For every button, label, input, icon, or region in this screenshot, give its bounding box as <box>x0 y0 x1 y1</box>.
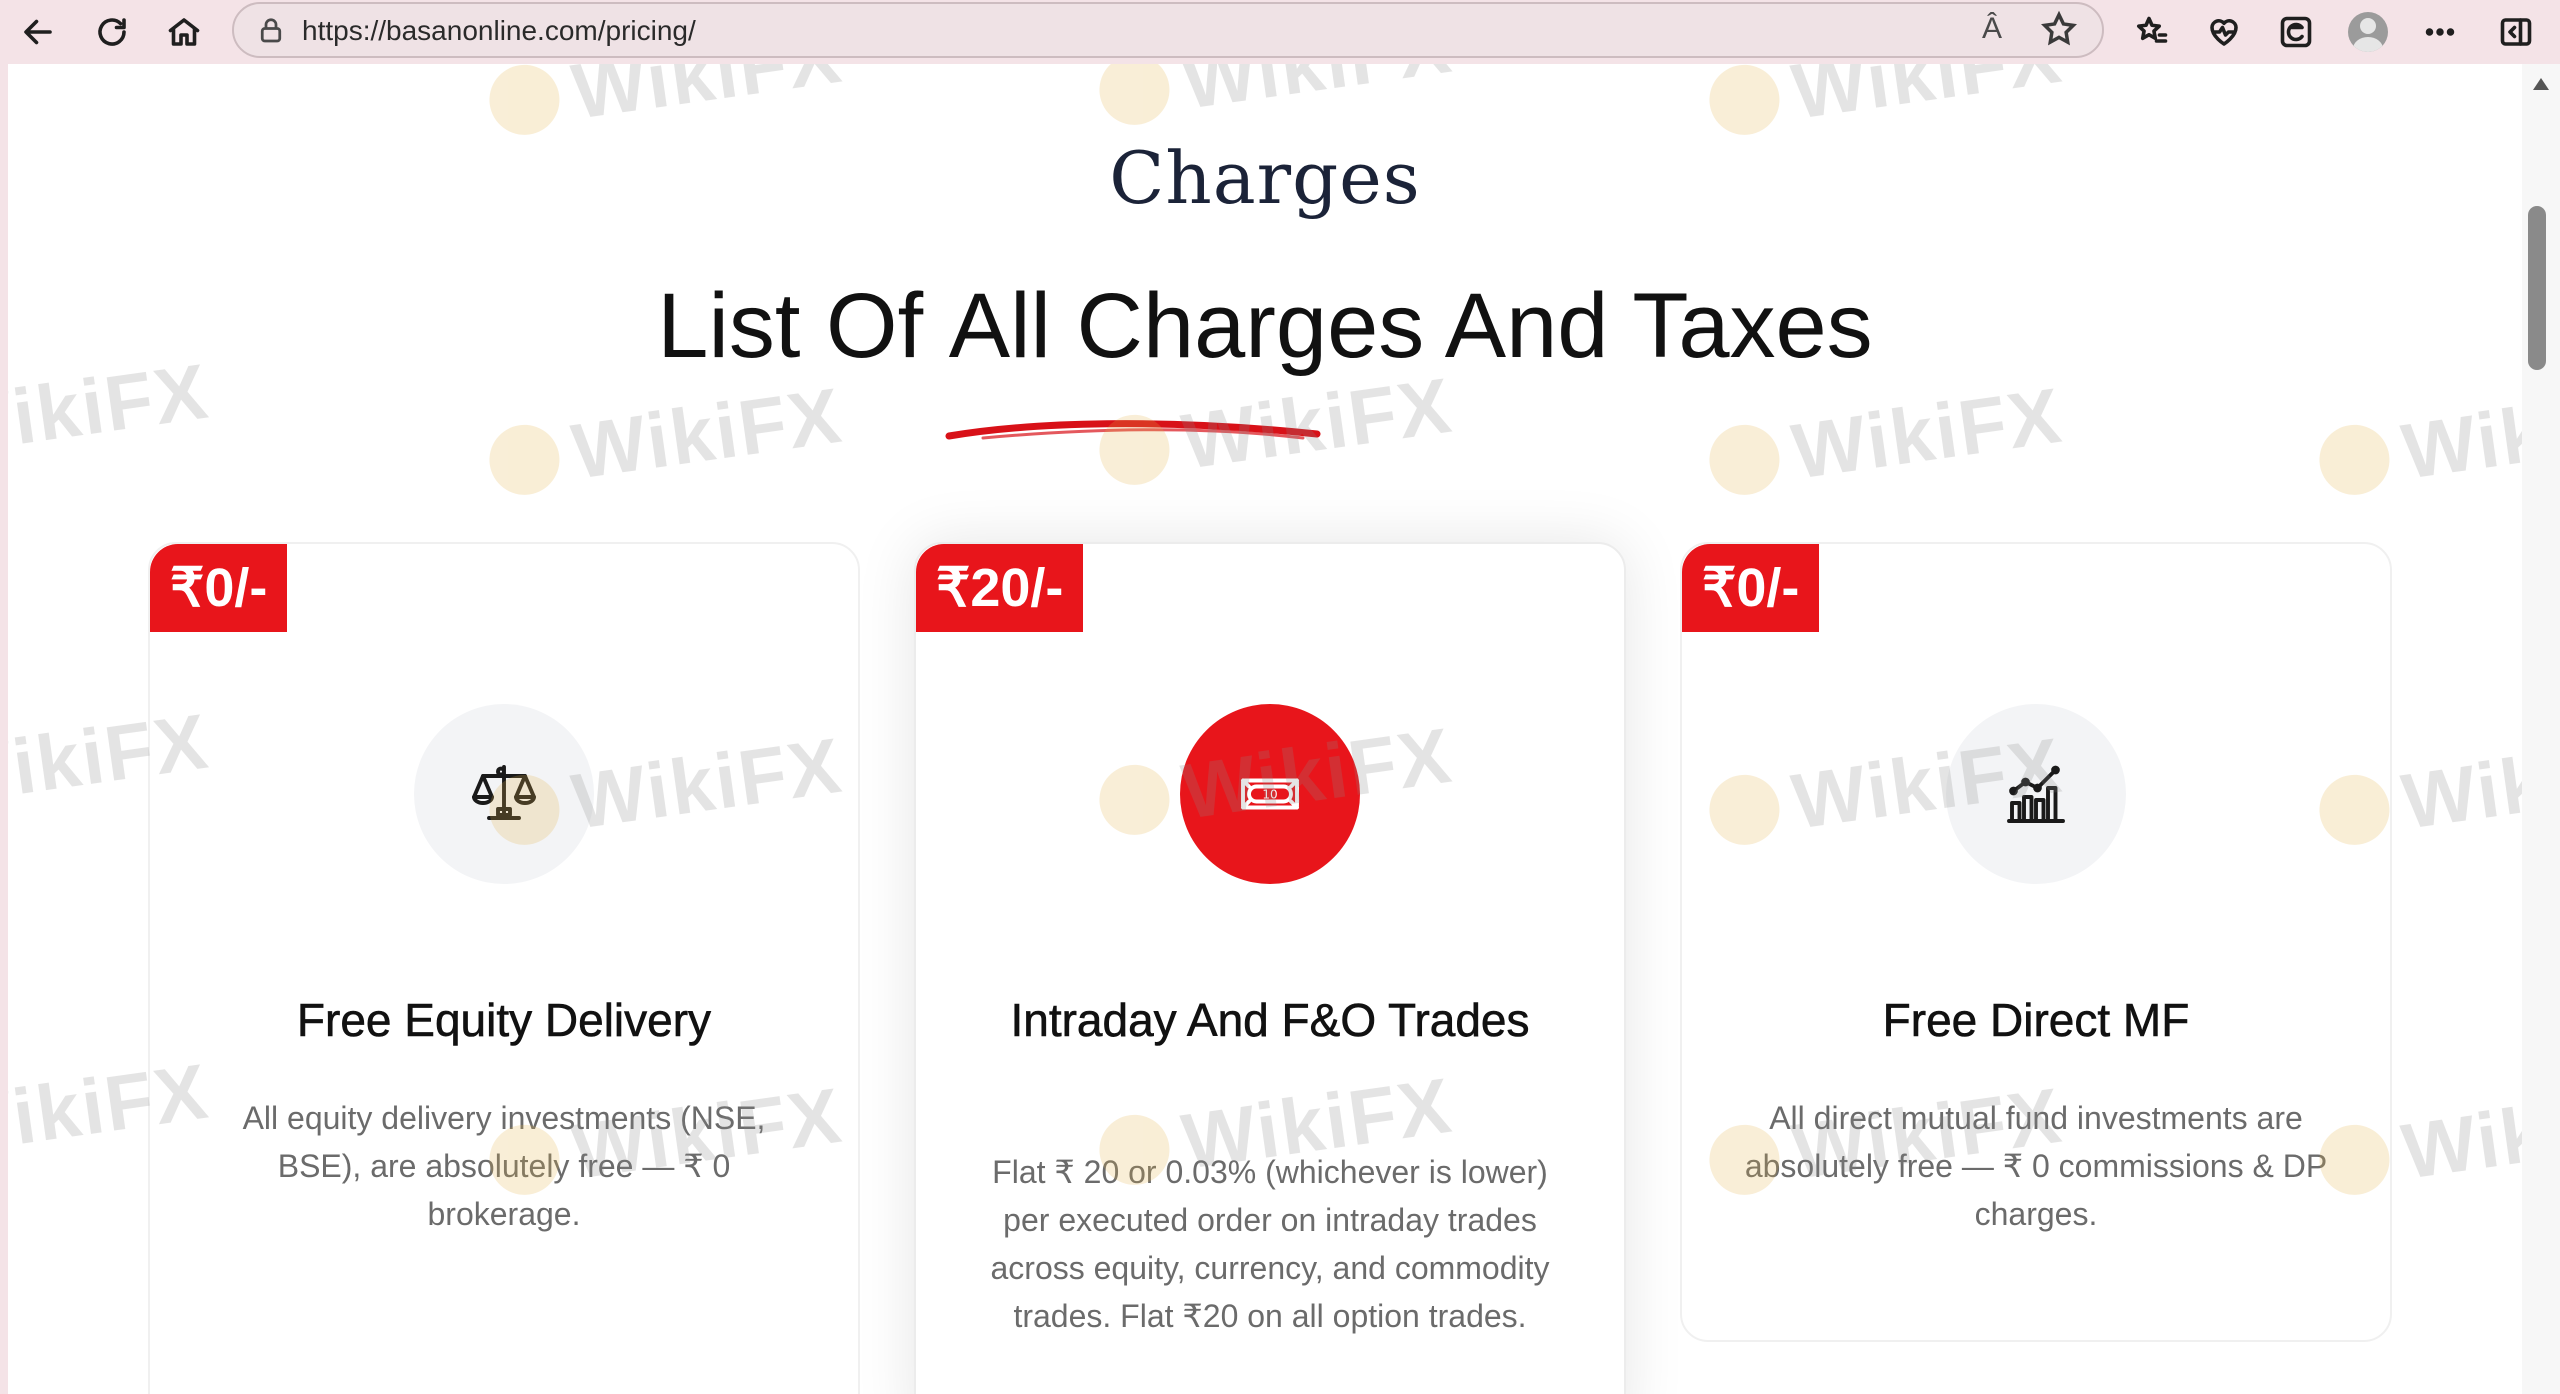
home-icon <box>168 18 200 46</box>
card-description: Flat ₹ 20 or 0.03% (whichever is lower) … <box>990 1154 1550 1334</box>
headline-suffix: And Taxes <box>1424 275 1873 377</box>
heartbeat-icon <box>2210 19 2238 46</box>
profile-button[interactable] <box>2340 4 2396 60</box>
pricing-card-intraday-fno: ₹20/- 10 Intraday And F&O Trades Flat ₹ … <box>914 542 1626 1394</box>
svg-text:10: 10 <box>1262 788 1277 802</box>
banknote-icon: 10 <box>1241 778 1299 810</box>
pricing-card-equity-delivery: ₹0/- Free Equity Delivery All equity del… <box>148 542 860 1394</box>
browser-toolbar: https://basanonline.com/pricing/ Â <box>0 0 2560 64</box>
refresh-icon <box>98 18 126 46</box>
read-aloud-icon[interactable]: Â <box>1982 12 2002 46</box>
watermark-logo-icon <box>484 419 564 499</box>
watermark-logo-icon <box>484 64 564 139</box>
watermark-logo-icon <box>1704 64 1784 139</box>
card-description: All equity delivery investments (NSE, BS… <box>242 1100 766 1232</box>
section-kicker: Charges <box>1109 136 1421 220</box>
avatar <box>2348 12 2388 52</box>
growth-chart-icon <box>2007 765 2065 823</box>
page-title: List Of All Charges And Taxes <box>8 274 2522 440</box>
url-text[interactable]: https://basanonline.com/pricing/ <box>302 15 696 47</box>
favorite-star-icon[interactable] <box>2040 10 2080 50</box>
vertical-scrollbar[interactable] <box>2522 64 2560 1394</box>
watermark: WikiFX <box>483 370 848 510</box>
back-button[interactable] <box>10 4 66 60</box>
address-bar[interactable]: https://basanonline.com/pricing/ Â <box>232 2 2104 58</box>
sidebar-toggle-button[interactable] <box>2488 4 2544 60</box>
home-button[interactable] <box>156 4 212 60</box>
price-tag: ₹20/- <box>916 544 1084 632</box>
icon-badge <box>414 704 594 884</box>
watermark: WikiFX <box>1093 64 1458 139</box>
more-menu-button[interactable] <box>2412 4 2468 60</box>
price-tag: ₹0/- <box>1682 544 1820 632</box>
brush-underline <box>943 365 1323 440</box>
watermark: WikiFX <box>2313 370 2522 510</box>
lock-icon[interactable] <box>256 16 286 46</box>
card-title: Intraday And F&O Trades <box>1010 994 1530 1047</box>
scrollbar-thumb[interactable] <box>2528 206 2546 370</box>
price-tag: ₹0/- <box>150 544 288 632</box>
scroll-up-arrow-icon[interactable] <box>2533 78 2549 90</box>
arrow-left-icon <box>24 19 52 45</box>
icon-badge <box>1946 704 2126 884</box>
watermark-logo-icon <box>1094 64 1174 129</box>
headline-highlight: All Charges <box>945 274 1425 440</box>
watermark-logo-icon <box>1704 419 1784 499</box>
collections-button[interactable] <box>2268 4 2324 60</box>
watermark: WikiFX <box>1703 370 2068 510</box>
ellipsis-icon <box>2425 28 2455 36</box>
card-description: All direct mutual fund investments are a… <box>1744 1100 2328 1232</box>
headline-prefix: List Of <box>657 275 949 377</box>
headline-highlight-text: All Charges <box>948 275 1425 377</box>
sidebar-icon <box>2500 18 2532 46</box>
pricing-card-direct-mf: ₹0/- Free Direct MF All direct mutual fu… <box>1680 542 2392 1342</box>
performance-button[interactable] <box>2196 4 2252 60</box>
page-viewport: Charges List Of All Charges And Taxes ₹0… <box>8 64 2522 1394</box>
browser-essentials-icon <box>2280 16 2312 48</box>
card-title: Free Equity Delivery <box>296 994 712 1047</box>
watermark-logo-icon <box>2314 419 2394 499</box>
favorites-button[interactable] <box>2124 4 2180 60</box>
card-title: Free Direct MF <box>1882 994 2190 1047</box>
favorites-list-icon <box>2137 16 2168 43</box>
refresh-button[interactable] <box>84 4 140 60</box>
icon-badge: 10 <box>1180 704 1360 884</box>
scales-icon <box>472 765 536 820</box>
